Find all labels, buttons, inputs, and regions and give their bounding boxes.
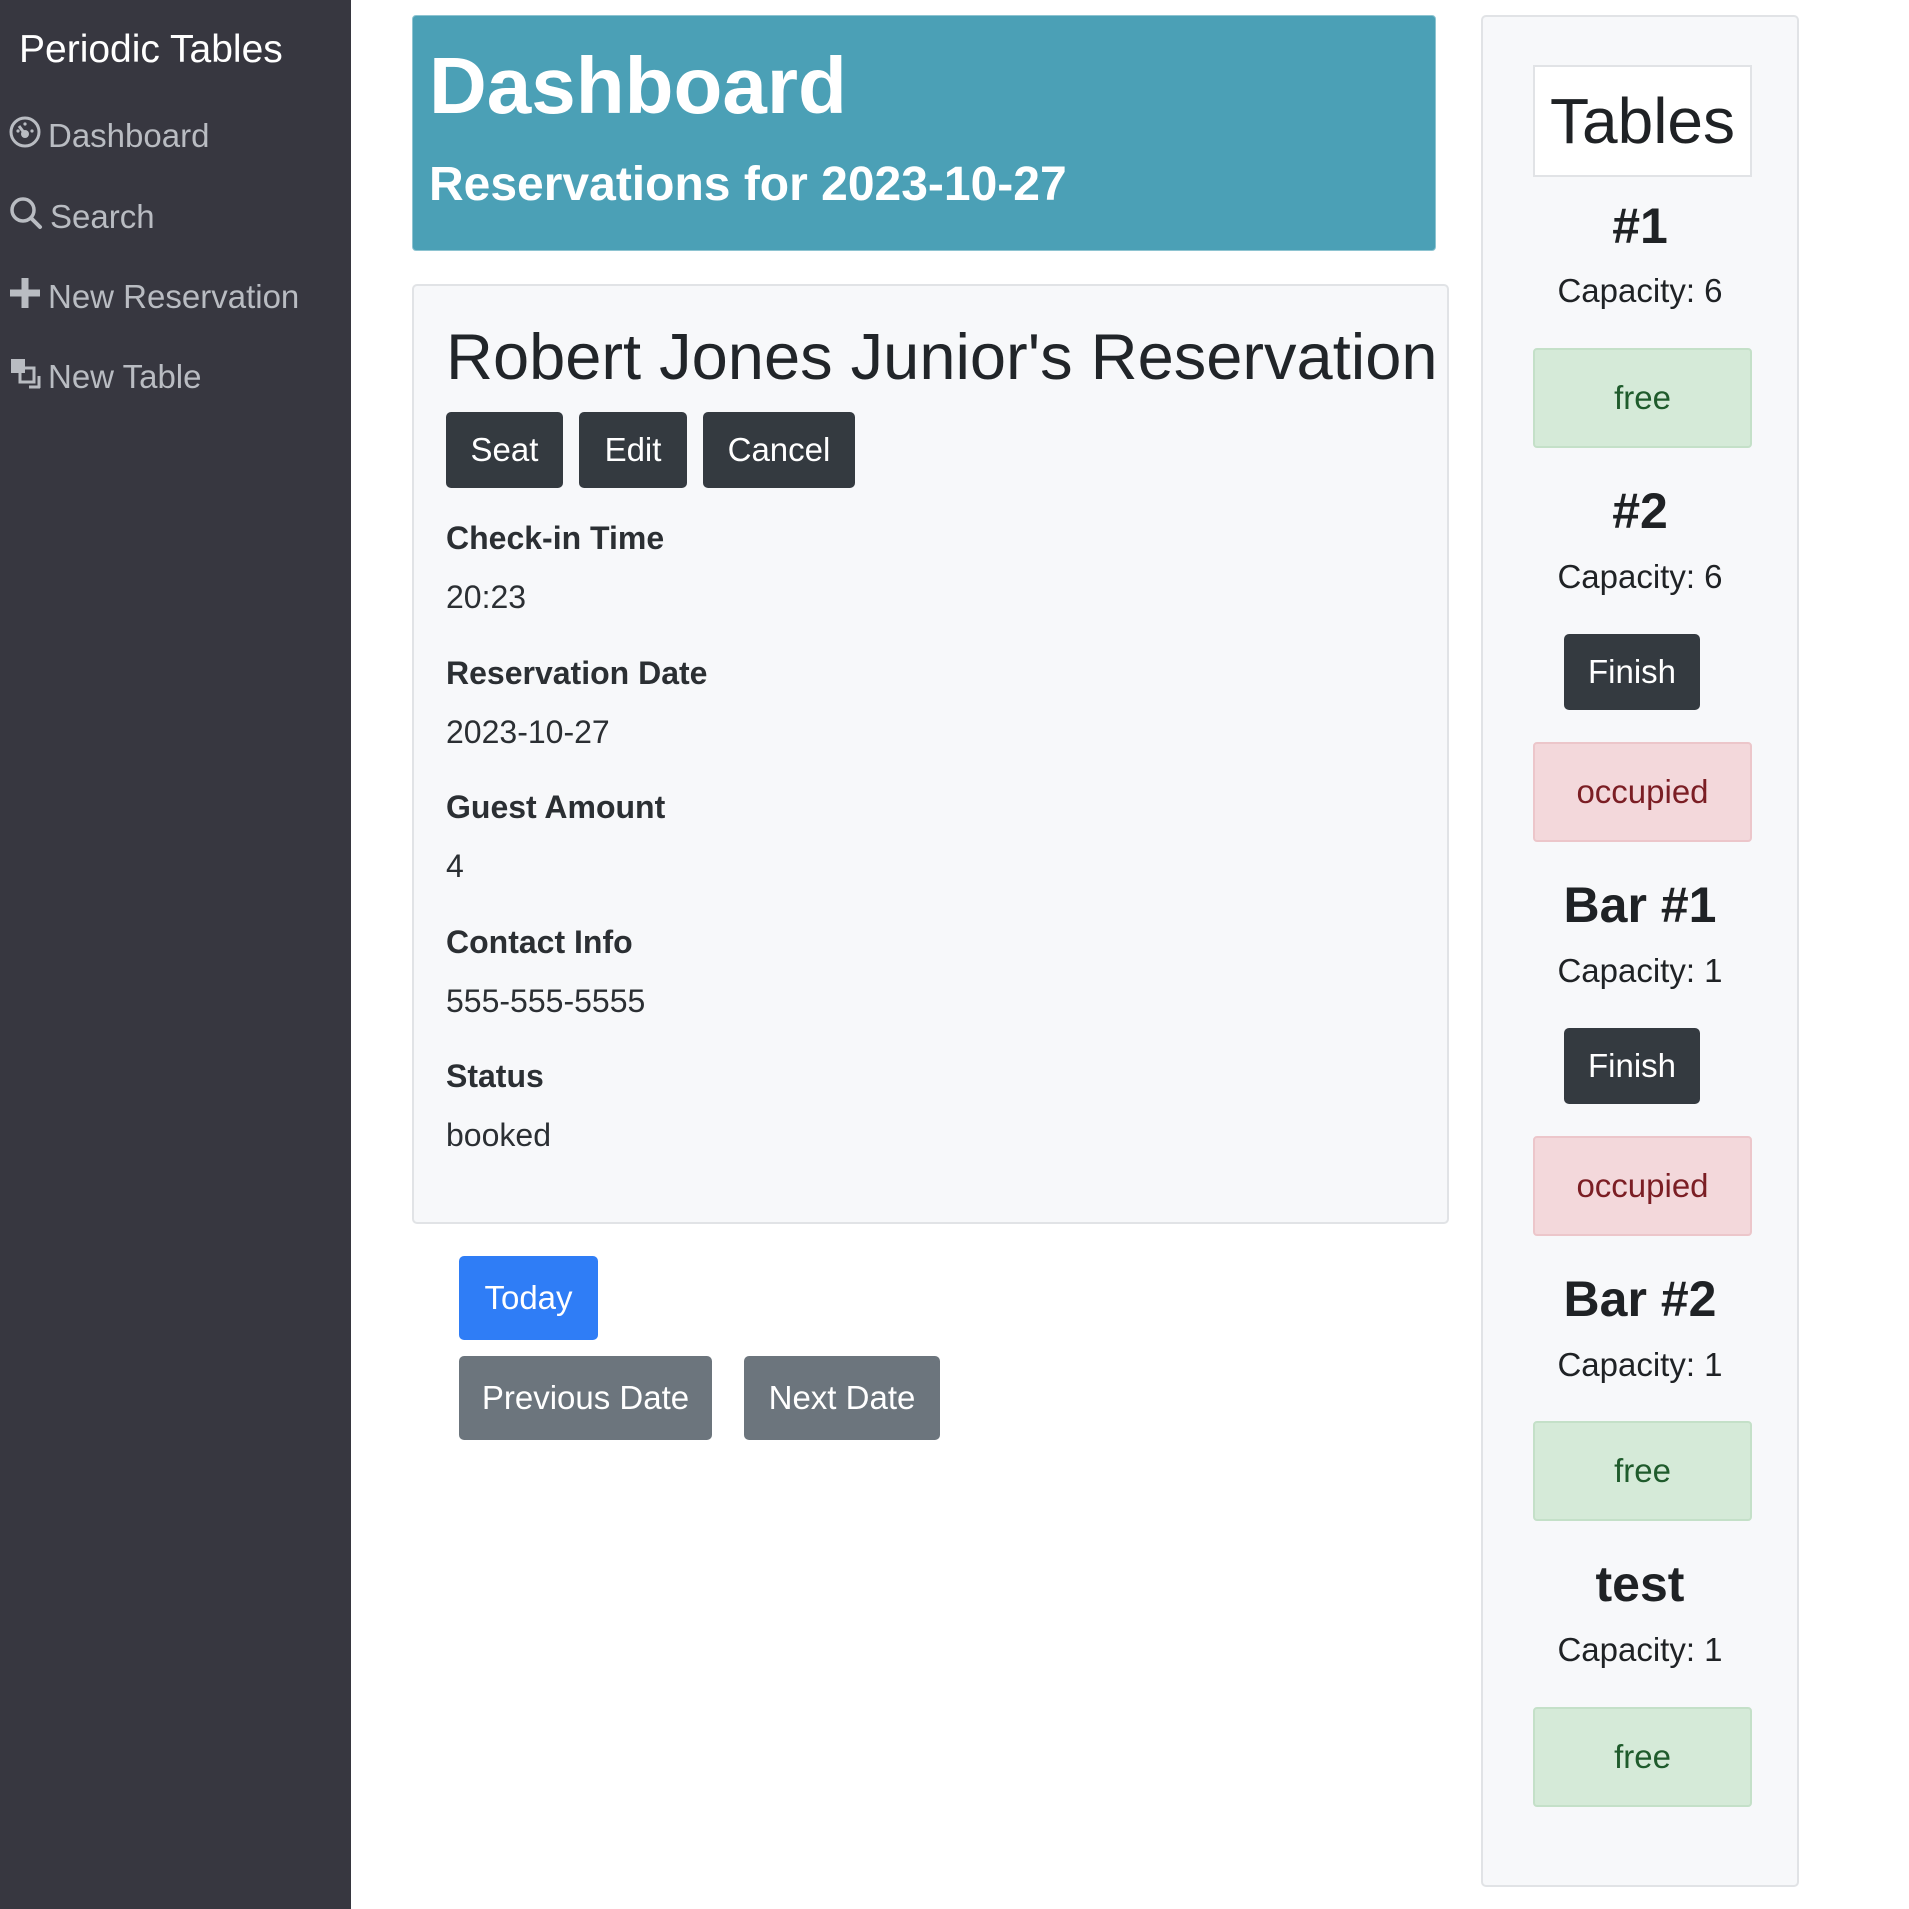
dashboard-icon bbox=[8, 115, 48, 157]
sidebar-item-search[interactable]: Search bbox=[8, 192, 155, 242]
table-capacity: Capacity: 1 bbox=[1557, 952, 1723, 989]
table-status-badge: free bbox=[1533, 1707, 1752, 1807]
next-date-button[interactable]: Next Date bbox=[744, 1356, 940, 1440]
reservation-date-label: Reservation Date bbox=[446, 655, 708, 691]
reservation-title: Robert Jones Junior's Reservation bbox=[446, 320, 1438, 393]
contact-info-label: Contact Info bbox=[446, 924, 633, 960]
status-label: Status bbox=[446, 1058, 544, 1094]
seat-button[interactable]: Seat bbox=[446, 412, 563, 488]
finish-button[interactable]: Finish bbox=[1564, 634, 1700, 710]
table-capacity: Capacity: 6 bbox=[1557, 272, 1723, 309]
guest-amount-value: 4 bbox=[446, 848, 464, 884]
table-name: #2 bbox=[1612, 483, 1668, 539]
page-title: Dashboard bbox=[429, 41, 847, 130]
layers-icon bbox=[8, 356, 48, 398]
table-status-badge: free bbox=[1533, 348, 1752, 448]
tables-title: Tables bbox=[1533, 65, 1752, 177]
table-status-badge: occupied bbox=[1533, 1136, 1752, 1236]
page-subtitle: Reservations for 2023-10-27 bbox=[429, 158, 1067, 211]
previous-date-button[interactable]: Previous Date bbox=[459, 1356, 712, 1440]
finish-button[interactable]: Finish bbox=[1564, 1028, 1700, 1104]
plus-icon bbox=[8, 276, 48, 318]
reservation-date-value: 2023-10-27 bbox=[446, 714, 610, 750]
table-name: Bar #2 bbox=[1563, 1271, 1717, 1327]
sidebar-item-new-table[interactable]: New Table bbox=[8, 352, 201, 402]
guest-amount-label: Guest Amount bbox=[446, 789, 666, 825]
status-value: booked bbox=[446, 1117, 551, 1153]
today-button[interactable]: Today bbox=[459, 1256, 598, 1340]
sidebar-item-label: Dashboard bbox=[48, 117, 210, 154]
table-name: Bar #1 bbox=[1563, 877, 1717, 933]
table-capacity: Capacity: 6 bbox=[1557, 558, 1723, 595]
edit-button[interactable]: Edit bbox=[579, 412, 687, 488]
sidebar-item-dashboard[interactable]: Dashboard bbox=[8, 111, 209, 161]
sidebar-item-label: New Reservation bbox=[48, 278, 300, 315]
table-name: #1 bbox=[1612, 198, 1668, 254]
contact-info-value: 555-555-5555 bbox=[446, 983, 646, 1019]
sidebar-item-label: New Table bbox=[48, 358, 202, 395]
checkin-time-value: 20:23 bbox=[446, 579, 527, 615]
sidebar-item-new-reservation[interactable]: New Reservation bbox=[8, 272, 299, 322]
table-capacity: Capacity: 1 bbox=[1557, 1631, 1723, 1668]
reservation-card: Robert Jones Junior's Reservation Seat E… bbox=[412, 284, 1449, 1224]
brand-title[interactable]: Periodic Tables bbox=[19, 28, 283, 72]
dashboard-header: Dashboard Reservations for 2023-10-27 bbox=[412, 15, 1436, 251]
sidebar-item-label: Search bbox=[50, 198, 155, 235]
cancel-button[interactable]: Cancel bbox=[703, 412, 855, 488]
table-status-badge: free bbox=[1533, 1421, 1752, 1521]
table-status-badge: occupied bbox=[1533, 742, 1752, 842]
search-icon bbox=[8, 195, 50, 239]
checkin-time-label: Check-in Time bbox=[446, 520, 665, 556]
table-name: test bbox=[1595, 1556, 1685, 1612]
sidebar: Periodic Tables Dashboard Search New Res… bbox=[0, 0, 351, 1909]
table-capacity: Capacity: 1 bbox=[1557, 1346, 1723, 1383]
tables-panel: Tables #1 Capacity: 6 free #2 Capacity: … bbox=[1481, 15, 1799, 1887]
